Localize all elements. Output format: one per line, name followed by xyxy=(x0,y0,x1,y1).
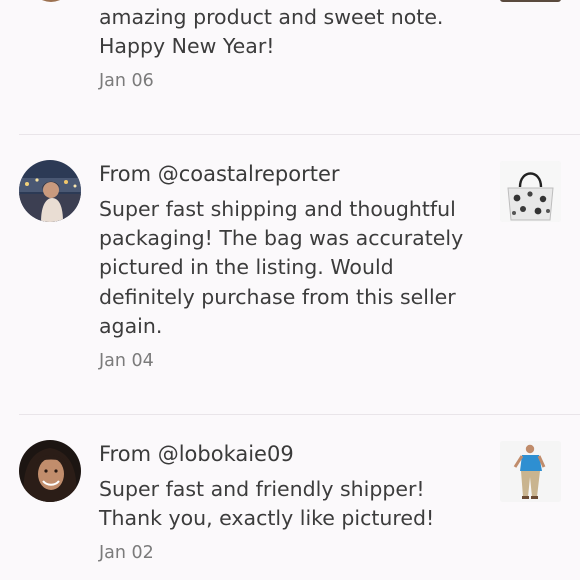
review-author[interactable]: From @lobokaie09 xyxy=(99,440,294,468)
review-text-line: Thank you, exactly like pictured! xyxy=(99,506,435,531)
review-text-line: Super fast and friendly shipper! xyxy=(99,477,425,501)
product-thumbnail[interactable] xyxy=(500,0,561,2)
review-text: amazing product and sweet note. Happy Ne… xyxy=(99,3,484,61)
divider xyxy=(19,134,580,135)
avatar[interactable] xyxy=(30,0,72,2)
review-text-line: packaging! The bag was accurately xyxy=(99,226,464,251)
avatar-image xyxy=(19,440,81,502)
review-date: Jan 02 xyxy=(99,543,154,563)
avatar[interactable] xyxy=(19,160,81,222)
product-thumbnail[interactable] xyxy=(500,161,561,222)
review-text-line: Happy New Year! xyxy=(99,34,275,59)
avatar-image xyxy=(19,160,81,222)
divider xyxy=(19,414,580,415)
review-text: Super fast and friendly shipper! Thank y… xyxy=(99,475,484,533)
avatar[interactable] xyxy=(19,440,81,502)
review-text-line: definitely purchase from this seller xyxy=(99,284,456,309)
review-author[interactable]: From @coastalreporter xyxy=(99,160,340,188)
outfit-image xyxy=(500,441,561,502)
tote-bag-image xyxy=(500,161,561,222)
review-text-line: pictured in the listing. Would xyxy=(99,255,394,280)
review-date: Jan 04 xyxy=(99,351,154,371)
product-thumbnail[interactable] xyxy=(500,441,561,502)
review-text-line: again. xyxy=(99,313,163,338)
review-date: Jan 06 xyxy=(99,71,154,91)
review-text-line: amazing product and sweet note. xyxy=(99,5,444,29)
review-text: Super fast shipping and thoughtful packa… xyxy=(99,195,484,341)
review-text-line: Super fast shipping and thoughtful xyxy=(99,197,456,221)
